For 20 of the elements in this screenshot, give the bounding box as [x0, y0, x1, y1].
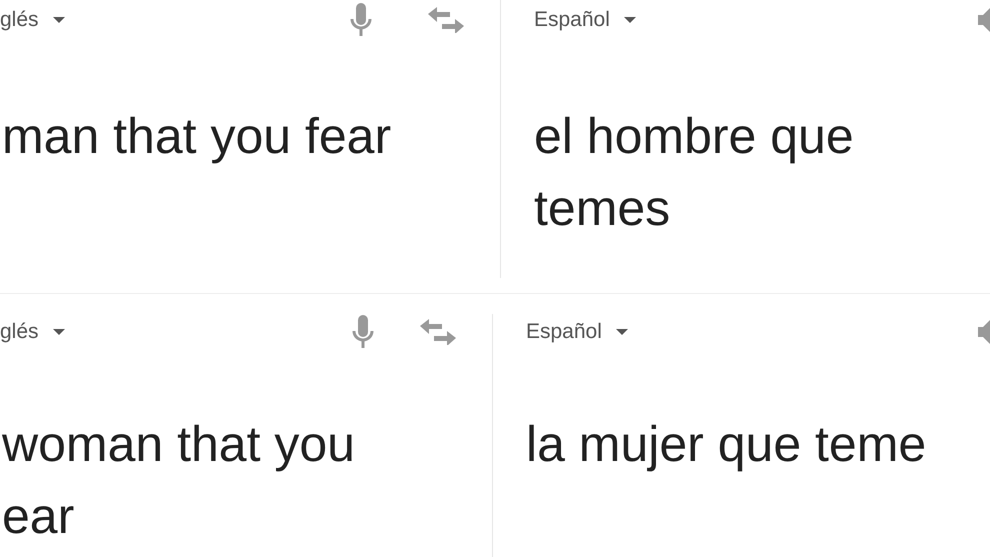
target-language-selector[interactable]: Español	[534, 8, 610, 32]
source-language-selector[interactable]: glés	[0, 320, 39, 344]
source-text: man that you fear	[2, 107, 392, 166]
translation-text: el hombre que	[534, 107, 855, 166]
translation-text: temes	[534, 179, 672, 238]
source-language-selector[interactable]: glés	[0, 8, 39, 32]
translation-text: la mujer que teme	[526, 415, 928, 474]
speaker-icon[interactable]	[978, 318, 990, 346]
caret-icon	[616, 329, 628, 335]
microphone-icon[interactable]	[350, 3, 372, 37]
target-language-selector[interactable]: Español	[526, 320, 602, 344]
swap-icon[interactable]	[420, 319, 456, 345]
caret-icon	[624, 17, 636, 23]
speaker-icon[interactable]	[978, 6, 990, 34]
source-text: woman that you	[2, 415, 356, 474]
caret-icon	[52, 17, 65, 23]
microphone-icon[interactable]	[352, 315, 374, 349]
source-text: ear	[2, 487, 76, 546]
swap-icon[interactable]	[428, 7, 464, 33]
caret-icon	[52, 329, 65, 335]
